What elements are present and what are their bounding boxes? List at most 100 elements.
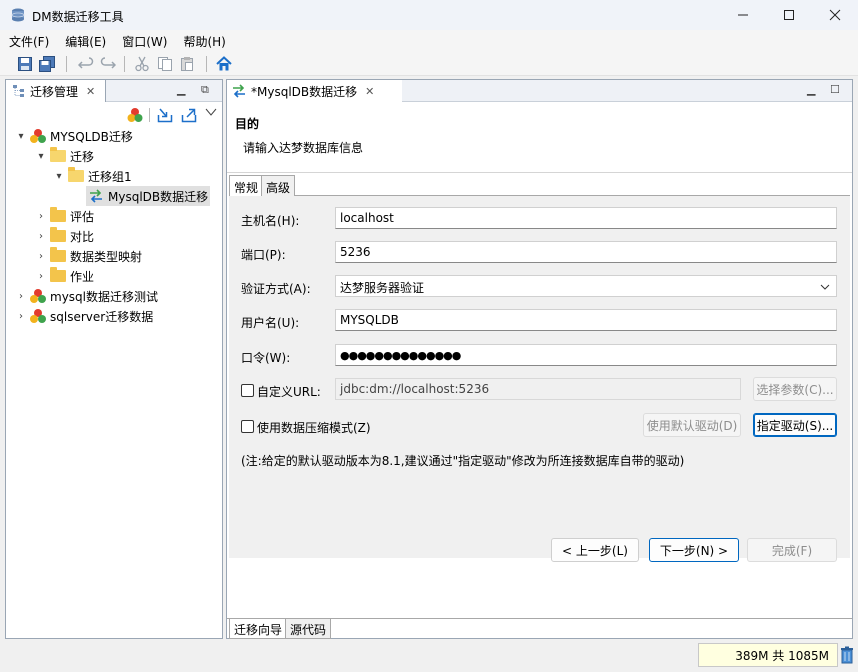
import-icon[interactable] — [157, 107, 173, 123]
specify-driver-button[interactable]: 指定驱动(S)... — [753, 413, 837, 437]
close-tab-icon[interactable]: ✕ — [86, 85, 95, 98]
panel-toolbar-separator — [149, 108, 150, 122]
auth-select[interactable]: 达梦服务器验证 — [335, 275, 837, 297]
migration-editor: *MysqlDB数据迁移 ✕ ▁ ☐ 目的 请输入达梦数据库信息 常规 高级 主… — [226, 79, 853, 639]
connection-form: 主机名(H): localhost 端口(P): 5236 验证方式(A): 达… — [229, 196, 850, 562]
compress-checkbox[interactable] — [241, 420, 254, 433]
tree-item-mysqldb-migration[interactable]: MysqlDB数据迁移 — [86, 186, 211, 206]
folder-open-icon — [50, 147, 66, 162]
home-icon[interactable] — [216, 56, 232, 72]
cut-icon[interactable] — [134, 56, 150, 72]
close-icon — [829, 9, 841, 21]
expand-chevron-icon[interactable]: › — [14, 311, 28, 322]
tree-item-mysql-test[interactable]: › mysql数据迁移测试 — [14, 286, 158, 306]
tab-migration-wizard[interactable]: 迁移向导 — [229, 619, 288, 639]
tree-item-compare[interactable]: › 对比 — [34, 226, 94, 246]
wizard-title: 目的 — [235, 117, 260, 131]
tab-advanced[interactable]: 高级 — [261, 175, 296, 196]
copy-icon[interactable] — [157, 56, 173, 72]
folder-icon — [50, 247, 66, 262]
trash-gc-icon[interactable] — [840, 646, 854, 664]
save-icon[interactable] — [17, 56, 33, 72]
tree-item-label: mysql数据迁移测试 — [50, 289, 158, 304]
tree-item-label: 对比 — [70, 229, 95, 244]
host-input[interactable]: localhost — [335, 207, 837, 229]
window-title: DM数据迁移工具 — [32, 10, 124, 24]
toolbar-separator — [66, 56, 67, 72]
view-menu-icon[interactable] — [205, 107, 217, 117]
select-params-button[interactable]: 选择参数(C)... — [753, 377, 837, 401]
tree-item-label: MYSQLDB迁移 — [50, 129, 133, 144]
minimize-editor-icon[interactable]: ▁ — [807, 83, 815, 96]
settings-tabbar: 常规 高级 — [229, 175, 850, 197]
maximize-button[interactable] — [766, 0, 812, 30]
maximize-editor-icon[interactable]: ☐ — [830, 83, 840, 96]
finish-button[interactable]: 完成(F) — [747, 538, 837, 562]
tree-item-label: 迁移 — [70, 149, 95, 164]
menu-window[interactable]: 窗口(W) — [113, 30, 174, 52]
folder-icon — [50, 267, 66, 282]
url-input[interactable]: jdbc:dm://localhost:5236 — [335, 378, 741, 400]
expand-chevron-icon[interactable]: ▾ — [14, 131, 28, 142]
tab-mysqldb-migration[interactable]: *MysqlDB数据迁移 ✕ — [227, 80, 402, 102]
minimize-panel-icon[interactable]: ▁ — [177, 83, 185, 96]
tree-item-migration-group[interactable]: ▾ 迁移组1 — [52, 166, 132, 186]
expand-chevron-icon[interactable]: ▾ — [34, 151, 48, 162]
chevron-down-icon — [820, 284, 830, 290]
port-input[interactable]: 5236 — [335, 241, 837, 263]
prev-button[interactable]: < 上一步(L) — [551, 538, 639, 562]
tab-source-code[interactable]: 源代码 — [285, 619, 332, 639]
expand-chevron-icon[interactable]: › — [34, 271, 48, 282]
user-input[interactable]: MYSQLDB — [335, 309, 837, 331]
redo-icon[interactable] — [100, 56, 116, 72]
expand-chevron-icon[interactable]: › — [34, 211, 48, 222]
migration-project-icon — [30, 309, 46, 323]
custom-url-checkbox[interactable] — [241, 384, 254, 397]
host-label: 主机名(H): — [241, 214, 300, 228]
toolbar-separator — [124, 56, 125, 72]
expand-chevron-icon[interactable]: › — [34, 251, 48, 262]
password-input[interactable]: ●●●●●●●●●●●●●● — [335, 344, 837, 366]
next-button[interactable]: 下一步(N) > — [649, 538, 739, 562]
driver-note: (注:给定的默认驱动版本为8.1,建议通过"指定驱动"修改为所连接数据库自带的驱… — [241, 454, 685, 468]
tree-item-label: sqlserver迁移数据 — [50, 309, 154, 324]
menu-file[interactable]: 文件(F) — [0, 30, 56, 52]
folder-open-icon — [68, 167, 84, 182]
menu-edit[interactable]: 编辑(E) — [56, 30, 113, 52]
maximize-panel-icon[interactable]: ⧉ — [201, 83, 209, 97]
tree-item-label: MysqlDB数据迁移 — [108, 189, 209, 204]
title-bar: DM数据迁移工具 — [0, 0, 858, 30]
compress-label: 使用数据压缩模式(Z) — [257, 421, 371, 435]
tree-item-jobs[interactable]: › 作业 — [34, 266, 94, 286]
close-tab-icon[interactable]: ✕ — [365, 85, 374, 98]
paste-icon[interactable] — [179, 56, 195, 72]
port-label: 端口(P): — [241, 248, 286, 262]
expand-chevron-icon[interactable]: ▾ — [52, 171, 66, 182]
wizard-description: 请输入达梦数据库信息 — [243, 141, 364, 155]
app-database-icon — [11, 8, 25, 22]
tree-item-label: 评估 — [70, 209, 95, 224]
tab-general[interactable]: 常规 — [229, 175, 264, 197]
maximize-icon — [784, 10, 794, 20]
tree-item-sqlserver[interactable]: › sqlserver迁移数据 — [14, 306, 153, 326]
folder-icon — [50, 227, 66, 242]
minimize-icon — [738, 14, 748, 16]
expand-chevron-icon[interactable]: › — [34, 231, 48, 242]
minimize-button[interactable] — [720, 0, 766, 30]
status-bar: 389M 共 1085M — [0, 641, 858, 672]
default-driver-button[interactable]: 使用默认驱动(D) — [643, 413, 741, 437]
export-icon[interactable] — [181, 107, 197, 123]
undo-icon[interactable] — [78, 56, 94, 72]
tree-item-assessment[interactable]: › 评估 — [34, 206, 94, 226]
expand-chevron-icon[interactable]: › — [14, 291, 28, 302]
save-all-icon[interactable] — [39, 56, 55, 72]
menu-bar: 文件(F) 编辑(E) 窗口(W) 帮助(H) — [0, 30, 858, 52]
tree-item-mysqldb[interactable]: ▾ MYSQLDB迁移 — [14, 126, 133, 146]
menu-help[interactable]: 帮助(H) — [174, 30, 232, 52]
new-migration-icon[interactable] — [127, 107, 143, 123]
tab-migration-management[interactable]: 迁移管理 ✕ — [6, 80, 106, 102]
tree-item-migration[interactable]: ▾ 迁移 — [34, 146, 94, 166]
tree-item-type-mapping[interactable]: › 数据类型映射 — [34, 246, 142, 266]
migration-arrows-icon — [90, 189, 102, 203]
close-button[interactable] — [812, 0, 858, 30]
